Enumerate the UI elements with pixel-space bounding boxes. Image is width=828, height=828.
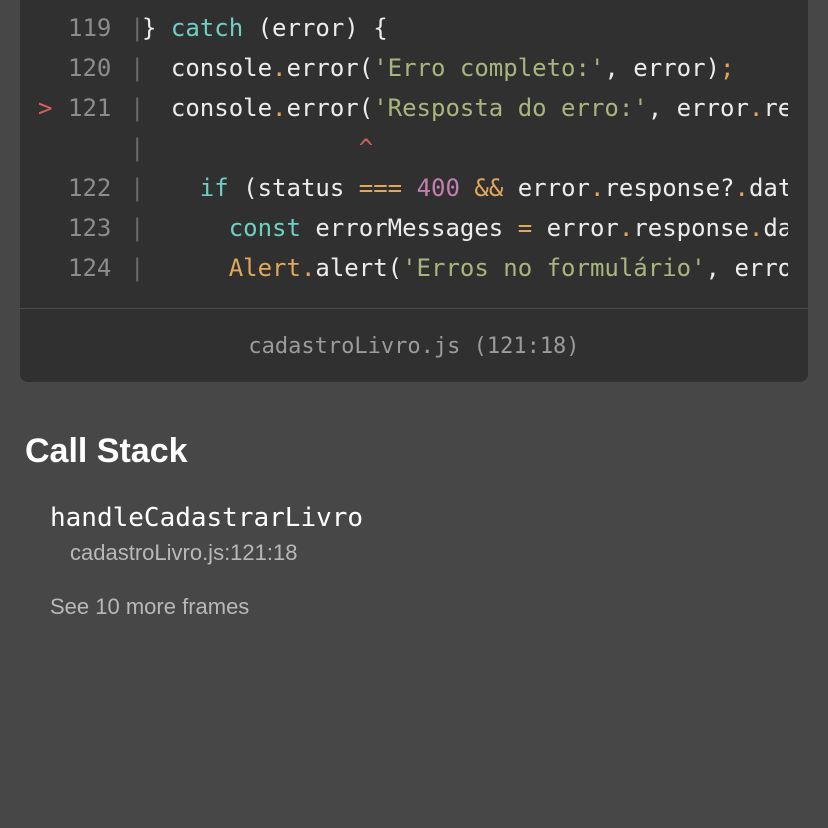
line-code: console.error('Erro completo:', error);	[142, 48, 735, 88]
call-stack-title: Call Stack	[25, 432, 188, 470]
code-token: .	[300, 254, 316, 282]
code-token: dat	[748, 174, 788, 202]
code-token: error(	[286, 94, 374, 122]
see-more-frames-button[interactable]: See 10 more frames	[50, 592, 249, 622]
code-token: .	[734, 174, 749, 202]
stack-frame-location[interactable]: cadastroLivro.js:121:18	[70, 538, 297, 568]
line-number: 123	[68, 214, 112, 242]
code-token: }	[142, 14, 171, 42]
code-line: 124 | Alert.alert('Erros no formulário', …	[20, 248, 788, 288]
code-token: response	[633, 214, 749, 242]
line-number: 124	[68, 254, 112, 282]
code-token: (error) {	[243, 14, 388, 42]
code-token: .	[272, 94, 287, 122]
code-token: console	[142, 54, 273, 82]
code-token: .	[589, 174, 605, 202]
line-code: console.error('Resposta do erro:', error…	[142, 88, 788, 128]
code-token: 'Resposta do erro:'	[373, 94, 648, 122]
code-token: error	[503, 174, 590, 202]
error-caret: ^	[358, 134, 374, 162]
code-line-current: >121 | console.error('Resposta do erro:',…	[20, 88, 788, 128]
code-token: console	[142, 94, 273, 122]
code-token: =	[517, 214, 533, 242]
line-code: Alert.alert('Erros no formulário', erro	[142, 248, 788, 288]
code-frame-file-location[interactable]: cadastroLivro.js (121:18)	[20, 330, 808, 364]
line-code: ^	[142, 128, 373, 168]
code-line: 122 | if (status === 400 && error.respons…	[20, 168, 788, 208]
code-token: .	[272, 54, 287, 82]
line-number: 120	[68, 54, 112, 82]
code-token: &&	[474, 174, 504, 202]
code-token: error	[532, 214, 619, 242]
code-token: re	[763, 94, 788, 122]
code-token: const	[228, 214, 301, 242]
code-token: 'Erro completo:'	[373, 54, 605, 82]
code-token: ;	[719, 54, 735, 82]
line-number: 122	[68, 174, 112, 202]
code-line: 123 | const errorMessages = error.respons…	[20, 208, 788, 248]
line-number: 121	[68, 94, 112, 122]
line-code: if (status === 400 && error.response?.da…	[142, 168, 788, 208]
code-token: da	[763, 214, 788, 242]
code-token: response?	[604, 174, 735, 202]
code-frame-panel: 119 |} catch (error) {120 | console.error(…	[20, 0, 808, 382]
line-code: } catch (error) {	[142, 8, 388, 48]
code-token: , error	[647, 94, 749, 122]
code-token: alert(	[315, 254, 403, 282]
code-line: | ^	[20, 128, 788, 168]
code-lines: 119 |} catch (error) {120 | console.error(…	[20, 8, 788, 298]
code-token: .	[748, 94, 764, 122]
code-line: 119 |} catch (error) {	[20, 8, 788, 48]
code-token: ===	[358, 174, 403, 202]
code-token: Alert	[228, 254, 301, 282]
code-token: (status	[228, 174, 359, 202]
code-line: 120 | console.error('Erro completo:', err…	[20, 48, 788, 88]
error-line-marker: >	[38, 94, 53, 122]
code-token: , error)	[604, 54, 720, 82]
code-token: , erro	[705, 254, 788, 282]
code-token: 400	[416, 174, 460, 202]
code-token: catch	[170, 14, 244, 42]
code-token: errorMessages	[300, 214, 518, 242]
line-code: const errorMessages = error.response.da	[142, 208, 788, 248]
code-frame-divider	[20, 308, 808, 309]
code-token: .	[618, 214, 634, 242]
stack-frame-name[interactable]: handleCadastrarLivro	[50, 500, 363, 536]
code-token: if	[199, 174, 229, 202]
code-token: 'Erros no formulário'	[402, 254, 706, 282]
line-number: 119	[68, 14, 112, 42]
code-token: .	[748, 214, 764, 242]
code-token: error(	[286, 54, 374, 82]
